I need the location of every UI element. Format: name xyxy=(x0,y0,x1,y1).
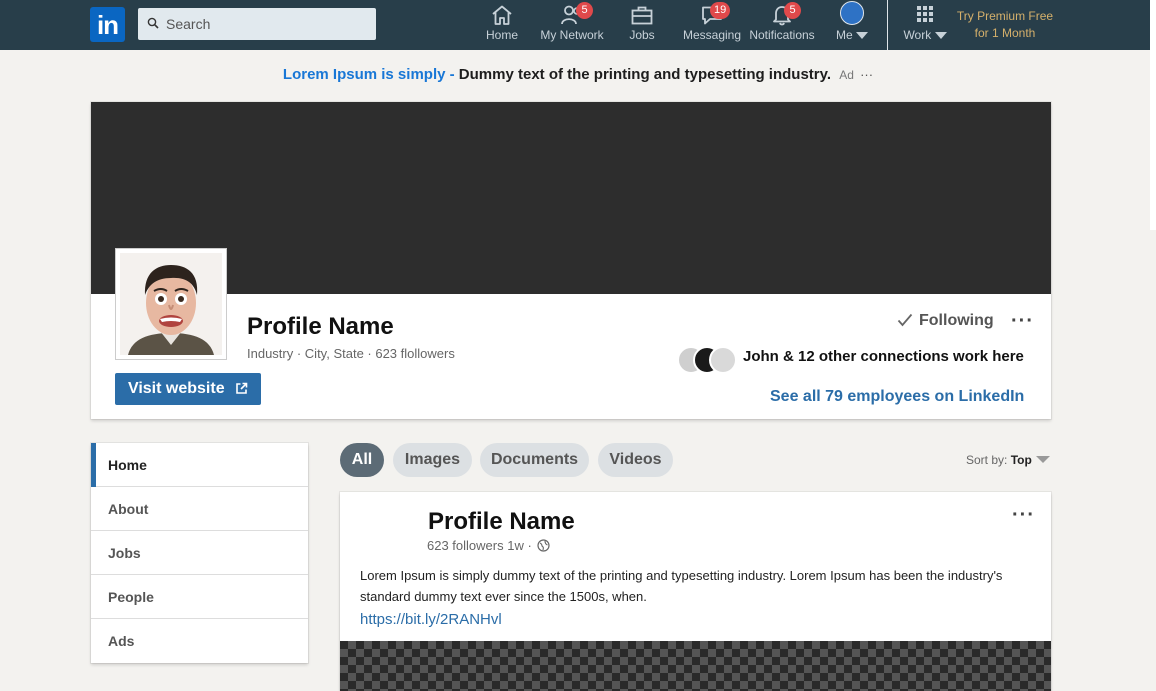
see-all-employees-link[interactable]: See all 79 employees on LinkedIn xyxy=(770,388,1024,406)
sidebar-item-ads[interactable]: Ads xyxy=(91,619,308,663)
profile-meta: Industry · City, State · 623 flollowers xyxy=(247,346,455,361)
sidebar-item-about[interactable]: About xyxy=(91,487,308,531)
ad-tag: Ad xyxy=(839,68,854,82)
filter-all[interactable]: All xyxy=(340,443,384,477)
nav-home[interactable]: Home xyxy=(482,0,522,50)
premium-line-2: for 1 Month xyxy=(974,26,1036,40)
nav-notifications-label: Notifications xyxy=(749,28,815,42)
profile-photo xyxy=(120,253,222,355)
nav-home-label: Home xyxy=(485,28,518,42)
chevron-down-icon xyxy=(1035,456,1050,463)
nav-my-network[interactable]: 5 My Network xyxy=(536,0,608,50)
external-link-icon xyxy=(236,382,248,394)
nav-messaging[interactable]: 19 Messaging xyxy=(682,0,742,50)
premium-line-1: Try Premium Free xyxy=(956,9,1054,23)
home-icon xyxy=(492,5,512,25)
nav-work[interactable]: Work xyxy=(900,0,950,50)
nav-divider xyxy=(887,0,888,50)
briefcase-icon xyxy=(631,6,653,25)
cover-banner xyxy=(91,102,1051,294)
scrollbar[interactable] xyxy=(1150,0,1156,230)
post-link[interactable]: https://bit.ly/2RANHvl xyxy=(360,611,502,628)
ad-link[interactable]: Lorem Ipsum is simply - xyxy=(283,66,455,83)
profile-card: Profile Name Industry · City, State · 62… xyxy=(91,102,1051,419)
nav-messaging-label: Messaging xyxy=(682,28,742,42)
notifications-badge: 5 xyxy=(784,2,801,19)
ad-banner: Lorem Ipsum is simply - Dummy text of th… xyxy=(0,66,1156,83)
visit-website-button[interactable]: Visit website xyxy=(115,373,261,405)
messaging-badge: 19 xyxy=(710,2,731,19)
connection-avatars xyxy=(677,346,739,374)
nav-me[interactable]: Me xyxy=(830,0,874,50)
connection-avatar xyxy=(709,346,737,374)
post-meta-text: 623 followers 1w · xyxy=(427,538,532,553)
me-avatar xyxy=(840,1,864,25)
sidebar-item-home[interactable]: Home xyxy=(91,443,308,487)
nav-jobs[interactable]: Jobs xyxy=(622,0,662,50)
network-badge: 5 xyxy=(576,2,593,19)
nav-me-label: Me xyxy=(830,28,874,42)
ad-text[interactable]: Dummy text of the printing and typesetti… xyxy=(459,66,831,83)
following-button[interactable]: Following xyxy=(897,312,994,330)
nav-my-network-label: My Network xyxy=(540,28,604,42)
nav-work-label: Work xyxy=(900,28,950,42)
connections-text[interactable]: John & 12 other connections work here xyxy=(743,348,1024,365)
post-card: Profile Name ··· 623 followers 1w · Lore… xyxy=(340,492,1051,691)
linkedin-logo[interactable]: in xyxy=(90,7,125,42)
nav-notifications[interactable]: 5 Notifications xyxy=(746,0,818,50)
sidebar-item-jobs[interactable]: Jobs xyxy=(91,531,308,575)
nav-jobs-label: Jobs xyxy=(629,28,655,42)
post-meta: 623 followers 1w · xyxy=(427,538,551,553)
ad-more-button[interactable]: ··· xyxy=(860,67,873,82)
filter-images[interactable]: Images xyxy=(393,443,472,477)
sort-by-dropdown[interactable]: Sort by: Top xyxy=(966,453,1050,467)
grid-icon xyxy=(917,6,933,22)
post-more-button[interactable]: ··· xyxy=(1012,505,1035,525)
visit-website-label: Visit website xyxy=(127,380,225,397)
post-author-name[interactable]: Profile Name xyxy=(428,508,575,536)
profile-more-button[interactable]: ··· xyxy=(1011,311,1034,331)
chevron-down-icon xyxy=(934,32,947,39)
post-media-image[interactable] xyxy=(340,641,1051,691)
sidebar-item-people[interactable]: People xyxy=(91,575,308,619)
check-icon xyxy=(897,313,913,327)
search-input[interactable] xyxy=(166,8,371,40)
profile-avatar[interactable] xyxy=(115,248,227,360)
sort-by-label: Sort by: xyxy=(966,453,1008,467)
sort-by-value: Top xyxy=(1010,453,1032,467)
premium-link[interactable]: Try Premium Free for 1 Month xyxy=(948,8,1062,42)
profile-name: Profile Name xyxy=(247,313,394,340)
page-sidebar: Home About Jobs People Ads xyxy=(91,443,308,663)
filter-videos[interactable]: Videos xyxy=(598,443,673,477)
search-box[interactable] xyxy=(138,8,376,40)
following-label: Following xyxy=(919,312,994,329)
filter-documents[interactable]: Documents xyxy=(480,443,589,477)
globe-icon xyxy=(537,539,551,552)
search-icon xyxy=(147,17,159,29)
post-body: Lorem Ipsum is simply dummy text of the … xyxy=(360,568,1003,604)
chevron-down-icon xyxy=(856,32,868,39)
top-nav: in Home 5 My Network Jobs 19 Messaging 5… xyxy=(0,0,1156,50)
